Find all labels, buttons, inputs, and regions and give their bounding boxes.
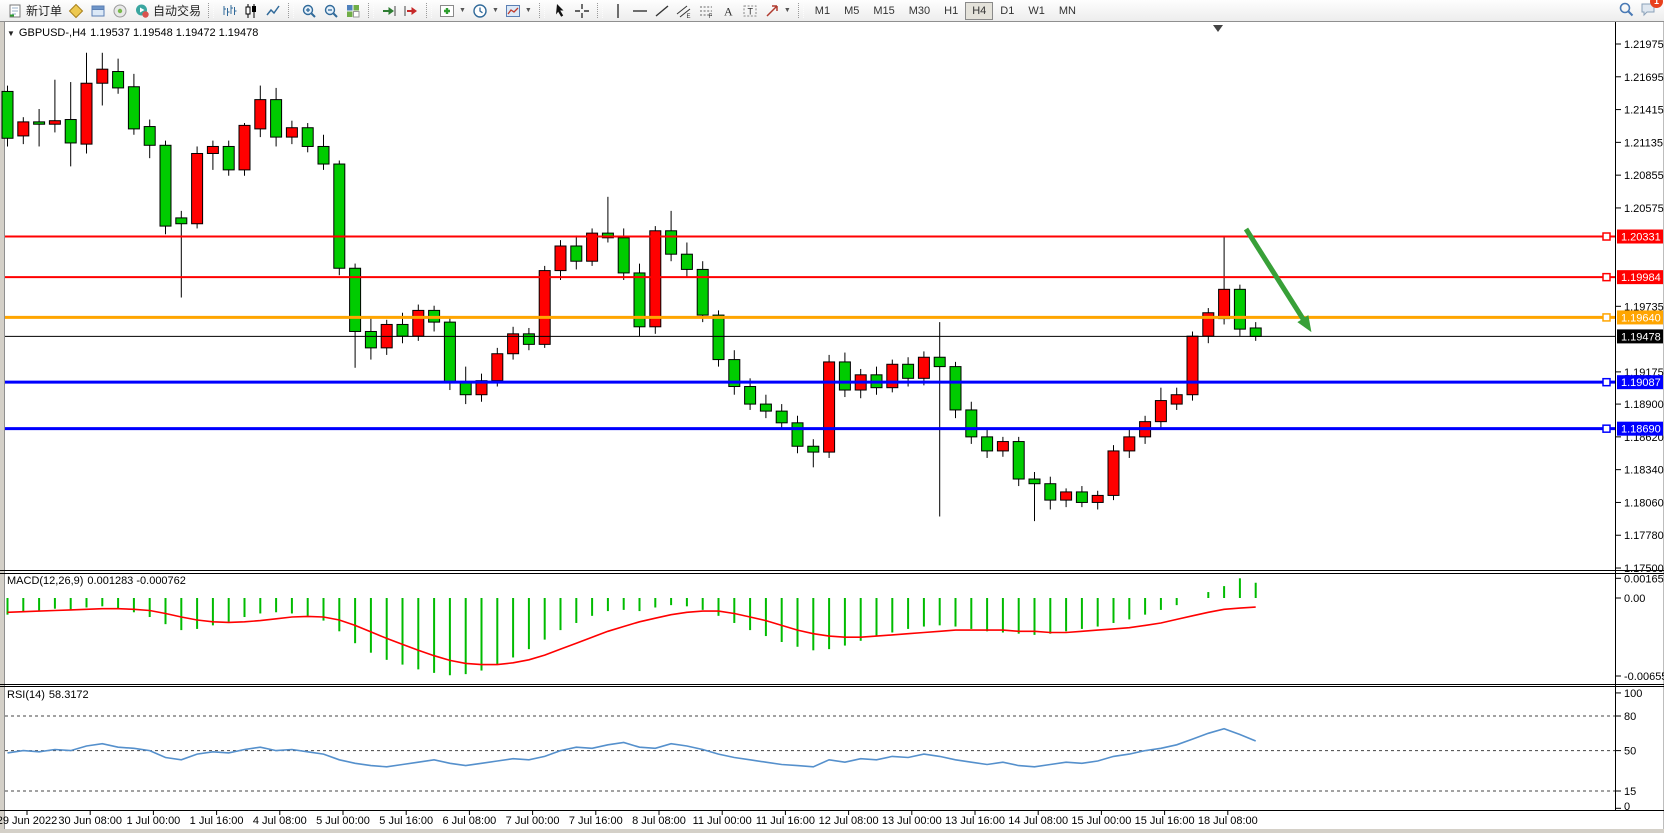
price-label-1.19640: 1.19640	[1617, 310, 1663, 324]
svg-text:1.18900: 1.18900	[1624, 399, 1664, 411]
svg-text:14 Jul 08:00: 14 Jul 08:00	[1008, 815, 1068, 827]
symbol-period-label: GBPUSD-,H4	[19, 27, 86, 39]
svg-text:5 Jul 00:00: 5 Jul 00:00	[316, 815, 370, 827]
svg-text:15: 15	[1624, 786, 1636, 798]
svg-text:13 Jul 00:00: 13 Jul 00:00	[882, 815, 942, 827]
svg-text:80: 80	[1624, 711, 1636, 723]
svg-text:1.21975: 1.21975	[1624, 39, 1664, 51]
svg-text:1.21135: 1.21135	[1624, 137, 1663, 149]
svg-text:30 Jun 08:00: 30 Jun 08:00	[58, 815, 122, 827]
chart-title: ▼ GBPUSD-,H4 1.19537 1.19548 1.19472 1.1…	[7, 27, 258, 39]
macd-values: 0.001283 -0.000762	[87, 575, 185, 587]
svg-text:1.19478: 1.19478	[1621, 331, 1661, 343]
price-label-1.20331: 1.20331	[1617, 230, 1663, 244]
svg-text:1.21695: 1.21695	[1624, 72, 1664, 84]
svg-text:1.21415: 1.21415	[1624, 105, 1664, 117]
svg-text:1.20331: 1.20331	[1621, 232, 1661, 244]
svg-text:1 Jul 00:00: 1 Jul 00:00	[126, 815, 180, 827]
svg-text:5 Jul 16:00: 5 Jul 16:00	[379, 815, 433, 827]
macd-indicator-label: MACD(12,26,9)0.001283 -0.000762	[7, 575, 186, 587]
svg-text:13 Jul 16:00: 13 Jul 16:00	[945, 815, 1005, 827]
ohlc-values: 1.19537 1.19548 1.19472 1.19478	[90, 27, 258, 39]
svg-text:1.20855: 1.20855	[1624, 170, 1664, 182]
svg-text:18 Jul 08:00: 18 Jul 08:00	[1198, 815, 1258, 827]
svg-text:7 Jul 16:00: 7 Jul 16:00	[569, 815, 623, 827]
svg-text:6 Jul 08:00: 6 Jul 08:00	[442, 815, 496, 827]
svg-text:1.19984: 1.19984	[1621, 272, 1661, 284]
svg-text:7 Jul 00:00: 7 Jul 00:00	[506, 815, 560, 827]
svg-text:100: 100	[1624, 688, 1642, 700]
svg-text:15 Jul 16:00: 15 Jul 16:00	[1135, 815, 1195, 827]
price-label-1.19087: 1.19087	[1617, 375, 1663, 389]
chart-canvas[interactable]: 1.21975 1.21695 1.21415 1.21135 1.20855 1.205…	[0, 0, 1664, 833]
rsi-indicator-label: RSI(14)58.3172	[7, 689, 89, 701]
svg-text:15 Jul 00:00: 15 Jul 00:00	[1071, 815, 1131, 827]
svg-text:1.17780: 1.17780	[1624, 530, 1664, 542]
svg-text:11 Jul 16:00: 11 Jul 16:00	[756, 815, 815, 827]
price-label-1.19478: 1.19478	[1617, 329, 1663, 343]
svg-text:1.20575: 1.20575	[1624, 203, 1664, 215]
rsi-value: 58.3172	[49, 689, 89, 701]
svg-text:29 Jun 2022: 29 Jun 2022	[0, 815, 57, 827]
one-click-dropdown-icon[interactable]: ▼	[7, 29, 15, 38]
svg-text:0.001656: 0.001656	[1624, 573, 1664, 585]
svg-text:1.18690: 1.18690	[1621, 424, 1661, 436]
svg-text:1.18340: 1.18340	[1624, 465, 1664, 477]
svg-text:1.19640: 1.19640	[1621, 312, 1661, 324]
mt4-window: 新订单自动交易▼▼▼EFAT▼M1M5M15M30H1H4D1W1MN1 1.2…	[0, 0, 1664, 833]
price-label-1.18690: 1.18690	[1617, 422, 1663, 436]
svg-text:0.00: 0.00	[1624, 593, 1645, 605]
svg-text:-0.006559: -0.006559	[1624, 671, 1664, 683]
svg-text:0: 0	[1624, 801, 1630, 813]
svg-text:4 Jul 08:00: 4 Jul 08:00	[253, 815, 307, 827]
svg-text:1 Jul 16:00: 1 Jul 16:00	[190, 815, 244, 827]
svg-text:1.19087: 1.19087	[1621, 377, 1661, 389]
svg-text:12 Jul 08:00: 12 Jul 08:00	[819, 815, 879, 827]
svg-text:11 Jul 00:00: 11 Jul 00:00	[693, 815, 752, 827]
price-label-1.19984: 1.19984	[1617, 270, 1663, 284]
svg-text:50: 50	[1624, 746, 1636, 758]
svg-text:1.18060: 1.18060	[1624, 497, 1664, 509]
svg-text:8 Jul 08:00: 8 Jul 08:00	[632, 815, 686, 827]
